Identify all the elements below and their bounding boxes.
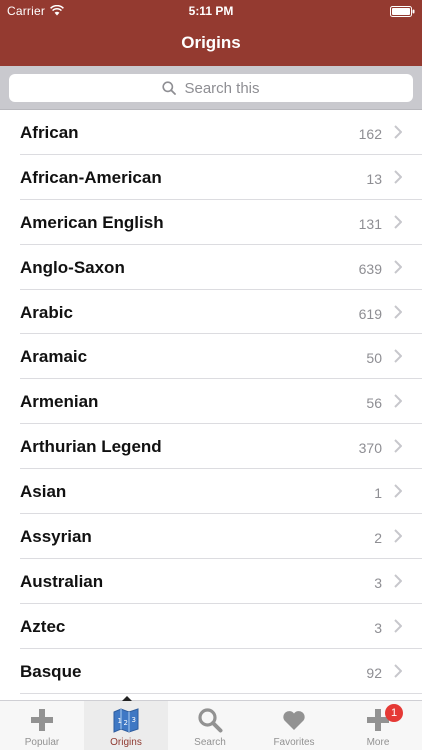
list-item-label: Armenian (20, 392, 99, 412)
tab-favorites[interactable]: Favorites (252, 701, 336, 750)
chevron-right-icon (394, 170, 402, 184)
list-item-count: 2 (374, 530, 382, 547)
svg-text:1: 1 (118, 717, 122, 725)
status-bar: Carrier 5:11 PM (0, 0, 422, 22)
list-item-label: Australian (20, 571, 104, 591)
list-item-label: Basque (20, 661, 82, 681)
page-title: Origins (181, 33, 241, 52)
origins-list: African 162 African-American 13 American… (0, 110, 422, 700)
list-item[interactable]: Assyrian 2 (0, 514, 422, 559)
search-placeholder: Search this (184, 79, 260, 97)
tab-search[interactable]: Search (168, 701, 252, 750)
tab-label: Origins (110, 737, 142, 748)
map-icon: 1 2 3 (113, 708, 139, 733)
chevron-right-icon (394, 663, 402, 678)
list-item-count: 13 (366, 170, 382, 187)
list-item-label: Anglo-Saxon (20, 257, 125, 277)
list-item-count: 50 (366, 350, 382, 367)
list-item-count: 3 (374, 574, 382, 591)
list-item[interactable]: Aztec 3 (0, 604, 422, 649)
list-item[interactable]: African 162 (0, 110, 422, 155)
list-item-label: Arabic (20, 302, 73, 322)
list-item-label: Assyrian (20, 527, 92, 547)
list-item-label: Arthurian Legend (20, 437, 162, 457)
search-input[interactable]: Search this (9, 74, 413, 102)
list-item[interactable]: American English 131 (0, 200, 422, 245)
chevron-right-icon (394, 574, 402, 588)
list-item-label: Asian (20, 482, 67, 502)
tab-popular[interactable]: Popular (0, 701, 84, 750)
chevron-right-icon (394, 215, 402, 229)
list-item-count: 3 (374, 619, 382, 636)
list-item-label: Aramaic (20, 347, 88, 367)
chevron-right-icon (394, 349, 402, 364)
list-item[interactable]: Anglo-Saxon 639 (0, 245, 422, 290)
heart-icon (283, 711, 305, 730)
tab-label: More (366, 737, 390, 748)
tab-label: Search (194, 737, 226, 748)
list-item-count: 370 (358, 440, 382, 457)
list-item-count: 639 (358, 260, 382, 277)
list-item[interactable]: Australian 3 (0, 559, 422, 604)
svg-text:3: 3 (132, 716, 136, 724)
chevron-right-icon (394, 484, 402, 498)
tab-origins[interactable]: 1 2 3 Origins (84, 696, 168, 750)
list-item-count: 92 (366, 664, 382, 681)
svg-text:2: 2 (124, 719, 128, 727)
list-item-label: African-American (20, 167, 162, 187)
list-item-label: Aztec (20, 616, 66, 636)
chevron-right-icon (394, 125, 402, 139)
search-bar: Search this (0, 66, 422, 110)
search-icon (162, 81, 177, 95)
list-item-count: 56 (366, 395, 382, 412)
battery-icon (390, 6, 415, 17)
chevron-right-icon (394, 529, 402, 543)
chevron-right-icon (394, 394, 402, 409)
list-item[interactable]: Arabic 619 (0, 290, 422, 335)
list-item[interactable]: Arthurian Legend 370 (0, 424, 422, 470)
status-time: 5:11 PM (188, 4, 234, 18)
chevron-right-icon (394, 619, 402, 633)
tab-more[interactable]: 1 More (336, 701, 422, 750)
list-item[interactable]: African-American 13 (0, 155, 422, 200)
list-item-count: 619 (358, 305, 382, 322)
notification-badge: 1 (385, 704, 403, 722)
tab-bar: Popular 1 2 3 Origins Search Favorites 1… (0, 696, 422, 750)
list-item[interactable]: Aramaic 50 (0, 334, 422, 380)
plus-icon (31, 709, 53, 731)
chevron-right-icon (394, 439, 402, 453)
list-item-count: 131 (358, 215, 382, 232)
list-item[interactable]: Basque 92 (0, 649, 422, 694)
list-item-label: African (20, 123, 79, 142)
list-item-count: 1 (374, 485, 382, 502)
magnifier-icon (198, 708, 223, 733)
list-item[interactable]: Asian 1 (0, 469, 422, 514)
list-item[interactable]: Armenian 56 (0, 379, 422, 425)
list-item-label: American English (20, 212, 164, 232)
chevron-right-icon (394, 304, 402, 319)
tab-label: Popular (24, 737, 60, 748)
active-tab-indicator (122, 696, 132, 701)
chevron-right-icon (394, 259, 402, 274)
tab-label: Favorites (273, 737, 315, 748)
list-item-count: 162 (358, 126, 382, 142)
header: Carrier 5:11 PM Origins (0, 0, 422, 66)
